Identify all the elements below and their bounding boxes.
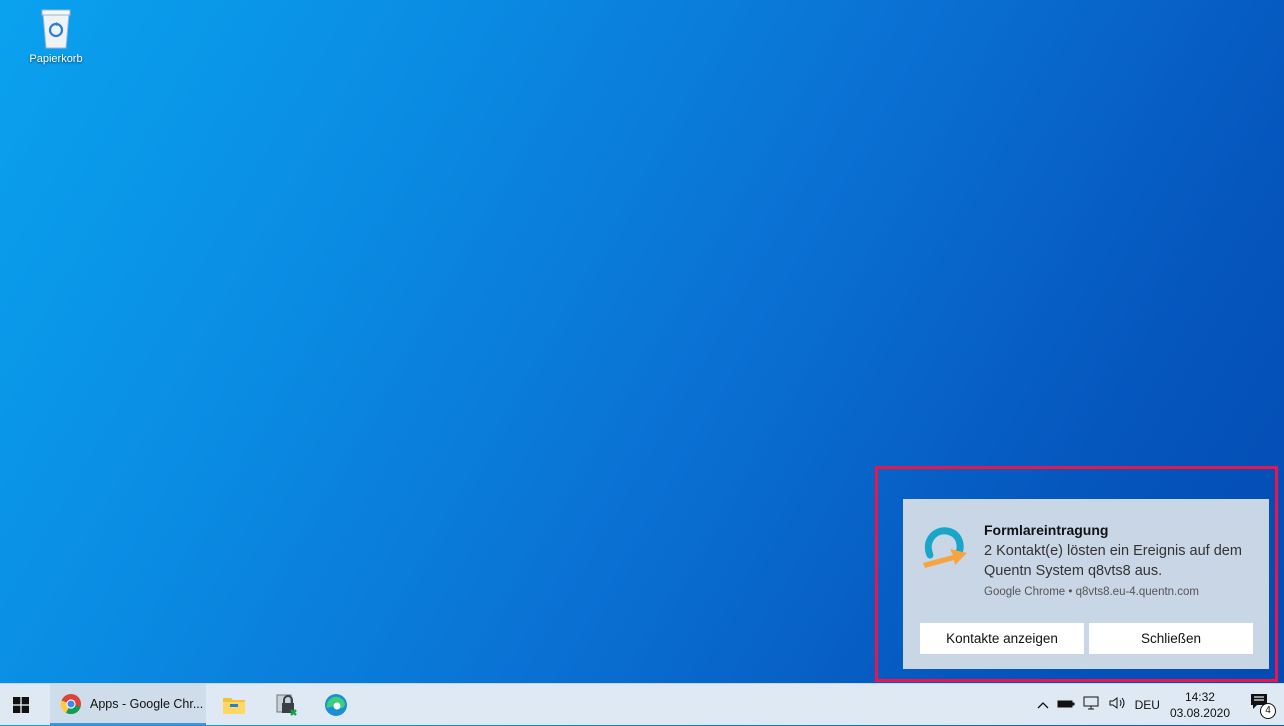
- close-button[interactable]: Schließen: [1089, 623, 1253, 654]
- network-icon[interactable]: [1083, 696, 1101, 713]
- toast-attribution: Google Chrome • q8vts8.eu-4.quentn.com: [984, 586, 1199, 598]
- taskbar-item-edge[interactable]: [324, 684, 348, 725]
- windows-logo-icon: [13, 697, 29, 713]
- taskbar: Apps - Google Chr... DEU 14:32 03.08.202…: [0, 683, 1284, 725]
- recycle-bin-desktop-icon[interactable]: Papierkorb: [20, 6, 92, 65]
- recycle-bin-icon: [41, 9, 71, 49]
- clock-time: 14:32: [1184, 689, 1215, 704]
- toast-body: 2 Kontakt(e) lösten ein Ereignis auf dem…: [984, 543, 1242, 579]
- taskbar-item-label: Apps - Google Chr...: [90, 696, 204, 711]
- recycle-bin-label: Papierkorb: [29, 53, 83, 65]
- action-center-button[interactable]: 4: [1250, 693, 1276, 719]
- system-tray: DEU 14:32 03.08.2020 4: [1033, 684, 1284, 725]
- notification-count-badge: 4: [1260, 703, 1276, 719]
- clock-date: 03.08.2020: [1169, 705, 1230, 720]
- lock-app-icon: [276, 694, 297, 716]
- clock[interactable]: 14:32 03.08.2020: [1170, 689, 1230, 721]
- toast-title: Formlareintragung: [984, 522, 1109, 538]
- edge-icon: [325, 693, 347, 716]
- toast-notification[interactable]: Formlareintragung 2 Kontakt(e) lösten ei…: [903, 499, 1269, 669]
- file-explorer-icon: [223, 697, 245, 714]
- volume-icon[interactable]: [1109, 696, 1127, 713]
- language-indicator[interactable]: DEU: [1135, 698, 1160, 712]
- show-hidden-icons-icon[interactable]: [1037, 698, 1049, 712]
- battery-icon[interactable]: [1057, 698, 1075, 712]
- quentn-logo-icon: [923, 527, 967, 568]
- show-contacts-button[interactable]: Kontakte anzeigen: [920, 623, 1084, 654]
- taskbar-item-chrome[interactable]: Apps - Google Chr...: [50, 684, 206, 725]
- taskbar-item-file-explorer[interactable]: [222, 684, 246, 725]
- start-button[interactable]: [0, 684, 42, 726]
- taskbar-item-secure-app[interactable]: [274, 684, 298, 725]
- chrome-icon: [60, 693, 81, 714]
